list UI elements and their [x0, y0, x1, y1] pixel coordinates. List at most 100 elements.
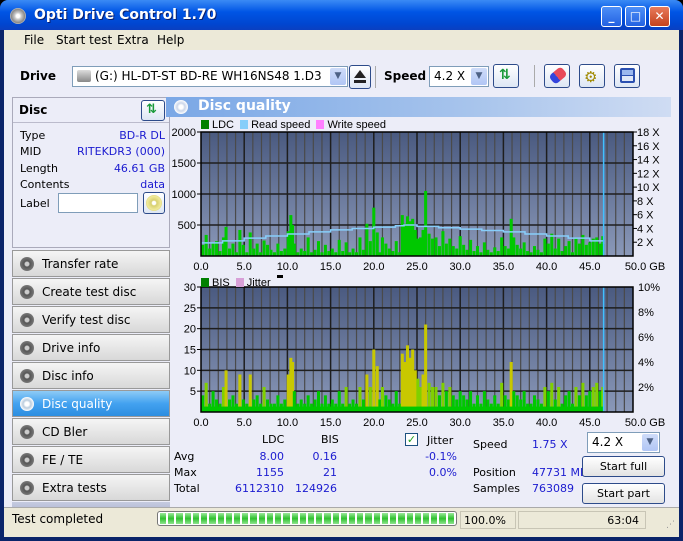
progress-block [406, 513, 413, 524]
ldc-bar [337, 239, 341, 256]
stats-max-bis: 21 [323, 466, 337, 479]
ldc-bar [255, 243, 259, 256]
speed-readout-label: Speed [473, 438, 508, 451]
elapsed-time: 63:04 [518, 511, 646, 529]
title-bar[interactable]: Opti Drive Control 1.70 _ □ ✕ [0, 0, 683, 30]
ldc-bar [550, 233, 554, 256]
close-button[interactable]: ✕ [649, 6, 670, 27]
jitter-checkbox[interactable]: ✓ [405, 433, 418, 446]
stats-max-ldc: 1155 [256, 466, 284, 479]
ldc-bar [522, 242, 526, 256]
ldc-bar [375, 232, 379, 256]
x-tick-label: 45.0 [579, 417, 600, 429]
progress-block [192, 513, 200, 524]
ldc-bar [515, 244, 519, 256]
stats-col-ldc: LDC [262, 433, 285, 446]
stats-jitter-label: Jitter [427, 434, 454, 447]
ldc-bar [368, 241, 372, 256]
y2-tick-label: 10% [638, 282, 660, 294]
x-tick-label: 5.0 [237, 417, 252, 429]
ldc-bar [306, 237, 310, 256]
progress-block [439, 513, 446, 524]
y2-tick-label: 8% [638, 307, 654, 319]
samples-label: Samples [473, 482, 520, 495]
ldc-bar [567, 241, 571, 256]
bis-bar [403, 362, 407, 412]
chevron-down-icon[interactable]: ▼ [642, 434, 658, 451]
x-tick-label: 5.0 [237, 261, 252, 273]
ldc-bar [512, 237, 516, 256]
y-tick-label: 1500 [172, 158, 196, 170]
bis-bar [372, 349, 376, 412]
bis-bar [413, 370, 417, 412]
y-tick-label: 25 [184, 303, 196, 315]
stats-max-label: Max [174, 466, 197, 479]
y2-tick-label: 18 X [637, 127, 660, 139]
progress-bar [157, 511, 457, 526]
ldc-bar [330, 248, 334, 256]
maximize-button[interactable]: □ [625, 6, 646, 27]
bis-swatch [201, 278, 209, 287]
ldc-bar [394, 241, 398, 256]
ldc-bar [553, 248, 557, 256]
y2-tick-label: 12 X [637, 168, 660, 180]
progress-block [266, 513, 274, 524]
bis-bar [405, 345, 410, 412]
stats-avg-bis: 0.16 [312, 450, 338, 463]
ldc-bar [405, 216, 410, 256]
bis-bar [224, 370, 228, 412]
ldc-bar [323, 244, 327, 256]
x-tick-label: 40.0 [536, 417, 557, 429]
progress-block [423, 513, 430, 524]
test-speed-value: 4.2 X [592, 435, 624, 449]
progress-block [349, 513, 356, 524]
x-tick-label: 25.0 [406, 261, 427, 273]
bis-bar [365, 374, 369, 412]
ldc-bar [416, 238, 420, 256]
ldc-bar [387, 248, 391, 256]
ldc-bar [546, 243, 550, 256]
ldc-bar [384, 243, 388, 256]
ldc-bar [269, 249, 273, 256]
progress-block [299, 513, 306, 524]
legend-bis: BIS [212, 277, 230, 289]
app-disc-icon [10, 8, 26, 24]
progress-percent: 100.0% [460, 511, 516, 529]
stats-total-ldc: 6112310 [235, 482, 284, 495]
stats-col-bis: BIS [321, 433, 339, 446]
start-full-button[interactable]: Start full [582, 456, 665, 477]
ldc-bar [252, 248, 256, 256]
status-text: Test completed [12, 512, 104, 526]
progress-block [373, 513, 380, 524]
y-tick-label: 15 [184, 345, 196, 357]
ldc-bar [493, 247, 497, 256]
progress-block [365, 513, 372, 524]
x-tick-label: 50.0 GB [625, 261, 665, 273]
y2-tick-label: 2% [638, 382, 654, 394]
start-part-button[interactable]: Start part [582, 483, 665, 504]
ldc-bar [437, 246, 441, 256]
ldc-bar [584, 244, 588, 256]
ldc-bar [577, 243, 581, 256]
ldc-bar [283, 248, 287, 256]
ldc-bar [299, 248, 303, 256]
test-speed-select[interactable]: 4.2 X ▼ [587, 432, 660, 453]
y2-tick-label: 14 X [637, 155, 660, 167]
ldc-bar [588, 242, 592, 256]
x-tick-label: 0.0 [193, 261, 208, 273]
ldc-bar [400, 215, 404, 256]
ldc-bar [351, 248, 355, 256]
x-tick-label: 30.0 [449, 417, 470, 429]
minimize-button[interactable]: _ [601, 6, 622, 27]
ldc-bar [444, 243, 448, 256]
ldc-bar [458, 236, 462, 256]
progress-block [242, 513, 249, 524]
resize-grip-icon[interactable]: ⋰ [666, 520, 675, 530]
ldc-bar [448, 238, 452, 256]
progress-block [275, 513, 282, 524]
ldc-bar [248, 232, 252, 256]
ldc-bar [413, 229, 417, 256]
ldc-bar [238, 229, 242, 256]
x-tick-label: 35.0 [493, 261, 514, 273]
ldc-bar [465, 249, 469, 256]
